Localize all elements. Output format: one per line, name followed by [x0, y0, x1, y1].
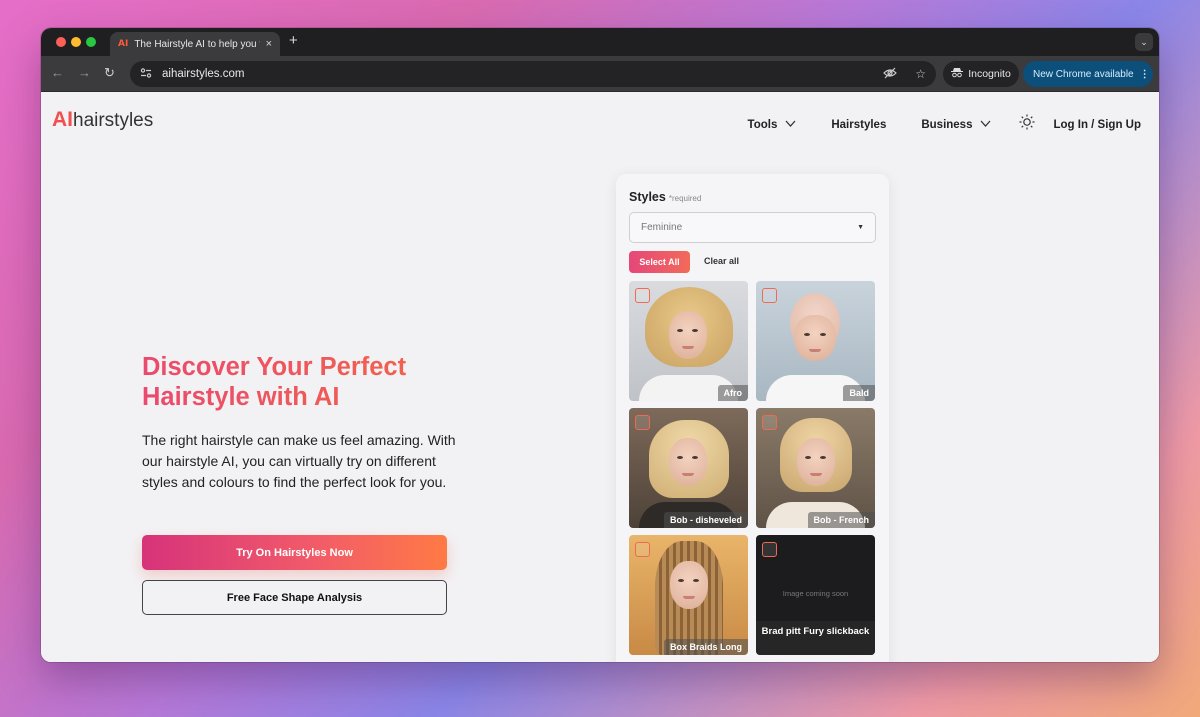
web-page: AI hairstyles Tools Hairstyles Business [41, 92, 1159, 662]
chevron-down-icon [980, 119, 991, 130]
style-category-select[interactable]: Feminine ▼ [629, 212, 876, 243]
browser-tab[interactable]: AI The Hairstyle AI to help you fi × [110, 32, 280, 56]
nav-business[interactable]: Business [921, 119, 991, 131]
hero-title: Discover Your Perfect Hairstyle with AI [142, 352, 462, 412]
style-tile-box-braids-long[interactable]: Box Braids Long [629, 535, 748, 655]
forward-arrow-icon[interactable]: → [78, 65, 91, 80]
bob-french-label: Bob - French [807, 512, 875, 528]
try-on-hairstyles-button[interactable]: Try On Hairstyles Now [142, 535, 447, 570]
new-tab-button[interactable]: + [289, 32, 298, 49]
hero-description: The right hairstyle can make us feel ama… [142, 432, 456, 490]
tab-close-icon[interactable]: × [266, 38, 272, 50]
brad-pitt-label: Brad pitt Fury slickback [756, 621, 875, 655]
styles-label: Styles *required [629, 190, 701, 204]
theme-toggle-sun-icon[interactable] [1019, 114, 1035, 135]
site-logo[interactable]: AI hairstyles [52, 108, 153, 132]
face-shape-analysis-button[interactable]: Free Face Shape Analysis [142, 580, 447, 615]
tab-title: The Hairstyle AI to help you fi [134, 38, 260, 50]
address-bar[interactable]: aihairstyles.com ☆ [130, 61, 936, 87]
main-nav: Tools Hairstyles Business Log In / Sign … [713, 114, 1141, 135]
incognito-label: Incognito [968, 68, 1011, 80]
eye-slash-icon[interactable] [883, 67, 898, 82]
clear-all-button[interactable]: Clear all [704, 256, 739, 266]
back-arrow-icon[interactable]: ← [51, 65, 64, 80]
minimize-window-button[interactable] [71, 37, 81, 47]
bald-checkbox[interactable] [762, 288, 777, 303]
tab-strip: AI The Hairstyle AI to help you fi × + ⌄ [41, 28, 1159, 56]
close-window-button[interactable] [56, 37, 66, 47]
chevron-down-icon [785, 119, 796, 130]
more-menu-icon[interactable]: ⋮ [1140, 69, 1150, 80]
styles-panel: Styles *required Feminine ▼ Select All Cl… [616, 174, 889, 662]
url-text: aihairstyles.com [162, 68, 245, 80]
style-tile-brad-pitt-fury[interactable]: Image coming soon Brad pitt Fury slickba… [756, 535, 875, 655]
brad-pitt-checkbox[interactable] [762, 542, 777, 557]
login-signup-link[interactable]: Log In / Sign Up [1053, 119, 1141, 131]
site-settings-icon[interactable] [140, 67, 152, 82]
image-coming-soon-text: Image coming soon [782, 589, 849, 598]
update-label: New Chrome available [1033, 68, 1134, 80]
styles-title: Styles [629, 190, 666, 204]
nav-hairstyles-label: Hairstyles [831, 118, 887, 131]
style-tile-bob-disheveled[interactable]: Bob - disheveled [629, 408, 748, 528]
tab-search-chevron-icon[interactable]: ⌄ [1135, 33, 1153, 51]
nav-tools-label: Tools [747, 118, 778, 131]
incognito-icon [951, 67, 964, 81]
style-tile-bob-french[interactable]: Bob - French [756, 408, 875, 528]
required-hint: *required [668, 194, 702, 203]
style-tile-afro[interactable]: Afro [629, 281, 748, 401]
afro-checkbox[interactable] [635, 288, 650, 303]
site-favicon-icon: AI [118, 39, 129, 49]
chrome-update-button[interactable]: New Chrome available ⋮ [1023, 61, 1153, 87]
logo-text: hairstyles [73, 110, 154, 131]
box-braids-checkbox[interactable] [635, 542, 650, 557]
bald-label: Bald [843, 385, 875, 401]
bob-french-checkbox[interactable] [762, 415, 777, 430]
reload-icon[interactable]: ↻ [104, 65, 115, 81]
select-all-button[interactable]: Select All [629, 251, 690, 273]
box-braids-label: Box Braids Long [663, 639, 748, 655]
bob-disheveled-checkbox[interactable] [635, 415, 650, 430]
nav-business-label: Business [921, 118, 973, 131]
bob-disheveled-label: Bob - disheveled [663, 512, 748, 528]
select-value: Feminine [641, 222, 683, 233]
afro-label: Afro [717, 385, 748, 401]
styles-grid: Afro Bald Bob - disheveled Bob - French … [629, 281, 877, 655]
bookmark-star-icon[interactable]: ☆ [915, 67, 926, 81]
browser-window: AI The Hairstyle AI to help you fi × + ⌄… [41, 28, 1159, 662]
incognito-indicator[interactable]: Incognito [943, 61, 1019, 87]
nav-hairstyles[interactable]: Hairstyles [831, 119, 886, 131]
logo-ai: AI [52, 108, 73, 131]
caret-down-icon: ▼ [857, 224, 864, 231]
browser-toolbar: ← → ↻ aihairstyles.com ☆ Incognito New C… [41, 56, 1159, 92]
maximize-window-button[interactable] [86, 37, 96, 47]
nav-tools[interactable]: Tools [748, 119, 797, 131]
style-tile-bald[interactable]: Bald [756, 281, 875, 401]
